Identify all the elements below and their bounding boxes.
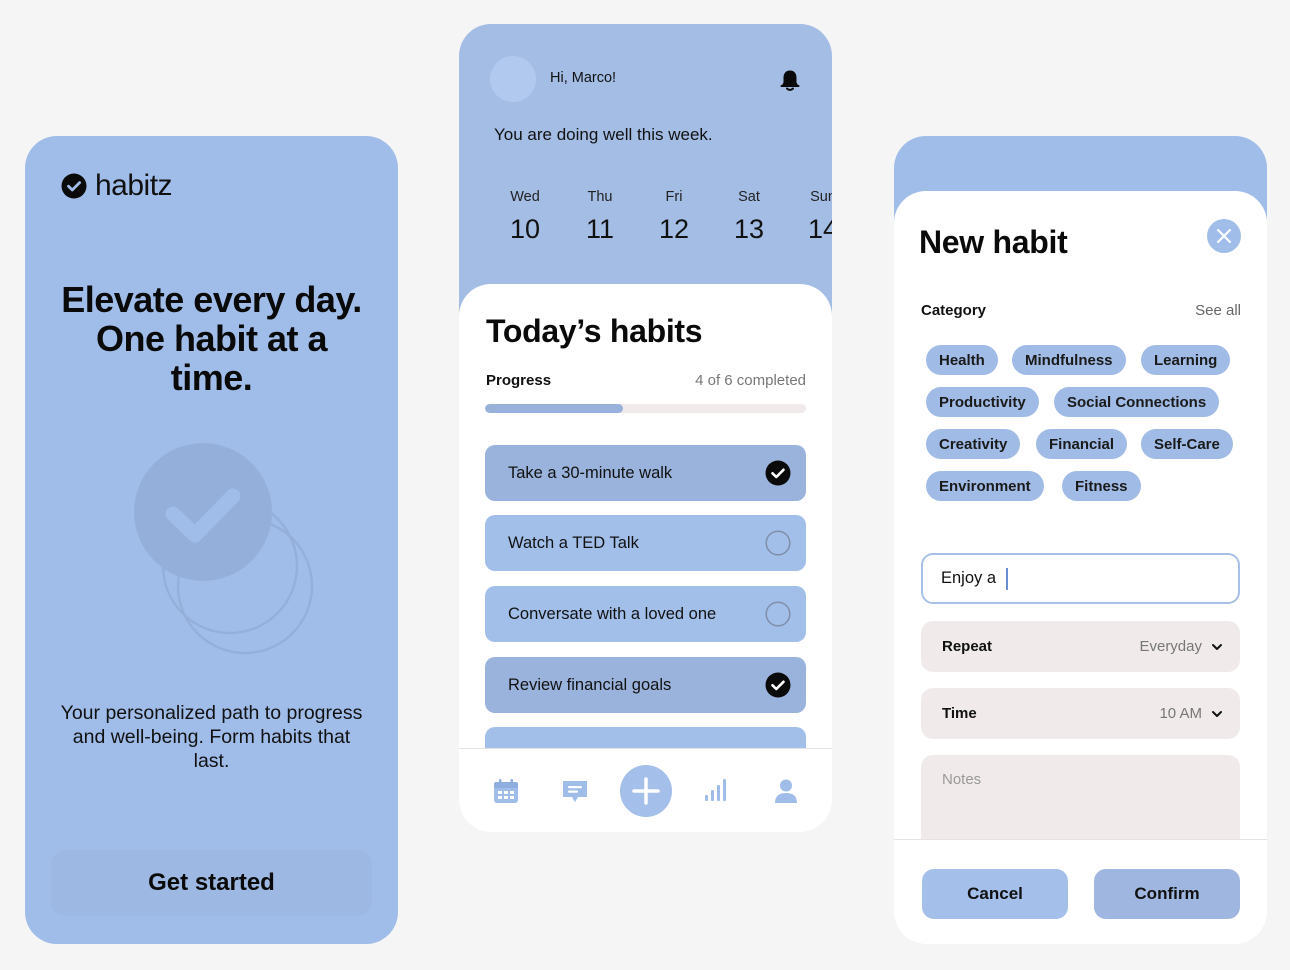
page-title: Today’s habits: [486, 313, 703, 349]
chat-icon[interactable]: [560, 777, 590, 807]
new-habit-screen: New habit Category See all Health Mindfu…: [894, 136, 1267, 944]
progress-label: Progress: [486, 372, 552, 389]
day-item[interactable]: Thu 11: [570, 189, 630, 245]
habit-name-value: Enjoy a: [941, 569, 997, 587]
day-number: 11: [585, 214, 615, 244]
category-chip[interactable]: Fitness: [1062, 471, 1141, 501]
progress-count: 4 of 6 completed: [695, 372, 806, 389]
category-chip[interactable]: Social Connections: [1054, 387, 1220, 417]
habit-item[interactable]: Conversate with a loved one: [485, 586, 806, 642]
habit-label: Take a 30-minute walk: [508, 463, 673, 482]
checked-circle-icon[interactable]: [765, 460, 791, 486]
category-chip[interactable]: Health: [926, 345, 998, 375]
action-footer: Cancel Confirm: [894, 839, 1267, 944]
text-caret: [1006, 567, 1008, 590]
day-name: Fri: [665, 189, 683, 205]
checked-circle-icon[interactable]: [765, 672, 791, 698]
avatar[interactable]: [490, 56, 536, 102]
bottom-nav: [459, 748, 832, 832]
week-strip: Wed 10 Thu 11 Fri 12 Sat 13 Sun 14: [489, 189, 832, 249]
habit-item[interactable]: Review financial goals: [485, 657, 806, 713]
repeat-value: Everyday: [1139, 638, 1202, 655]
category-chip[interactable]: Learning: [1141, 345, 1231, 375]
progress-bar: [485, 404, 806, 413]
page-title: New habit: [919, 224, 1068, 260]
category-chip[interactable]: Mindfulness: [1012, 345, 1126, 375]
time-select[interactable]: Time 10 AM: [921, 688, 1240, 739]
category-chip[interactable]: Financial: [1036, 429, 1128, 459]
confirm-button[interactable]: Confirm: [1094, 869, 1240, 919]
day-item[interactable]: Sat 13: [719, 189, 779, 245]
new-habit-sheet: New habit Category See all Health Mindfu…: [894, 191, 1267, 944]
habit-label: Review financial goals: [508, 675, 672, 694]
stats-icon[interactable]: [701, 775, 731, 805]
onboarding-screen: habitz Elevate every day. One habit at a…: [25, 136, 398, 944]
day-number: 13: [733, 214, 765, 244]
category-chip[interactable]: Environment: [926, 471, 1044, 501]
calendar-icon[interactable]: [491, 777, 521, 807]
habit-name-input[interactable]: Enjoy a: [921, 553, 1240, 604]
greeting: Hi, Marco!: [550, 70, 617, 86]
category-chip[interactable]: Self-Care: [1141, 429, 1233, 459]
logo: habitz: [61, 169, 173, 203]
category-chip[interactable]: Productivity: [926, 387, 1039, 417]
profile-icon[interactable]: [771, 776, 801, 806]
brand-name: habitz: [95, 169, 173, 202]
habit-item[interactable]: Watch a TED Talk: [485, 515, 806, 571]
onboarding-tagline: Your personalized path to progress and w…: [60, 702, 363, 772]
day-item[interactable]: Fri 12: [644, 189, 704, 245]
unchecked-circle-icon[interactable]: [765, 601, 791, 627]
cancel-button[interactable]: Cancel: [922, 869, 1068, 919]
check-circle-icon: [61, 173, 87, 199]
weekly-message: You are doing well this week.: [494, 125, 713, 144]
repeat-select[interactable]: Repeat Everyday: [921, 621, 1240, 672]
get-started-button[interactable]: Get started: [51, 850, 372, 916]
home-screen: Hi, Marco! You are doing well this week.…: [459, 24, 832, 832]
chevron-down-icon: [1212, 710, 1222, 717]
see-all-link[interactable]: See all: [1195, 302, 1241, 319]
progress-bar-fill: [485, 404, 624, 413]
day-number: 12: [658, 214, 690, 244]
day-item[interactable]: Wed 10: [495, 189, 555, 245]
day-item[interactable]: Sun 14: [793, 189, 832, 245]
overlapping-check-circles-icon: [134, 443, 314, 655]
time-label: Time: [942, 705, 977, 722]
category-chip[interactable]: Creativity: [926, 429, 1021, 459]
unchecked-circle-icon[interactable]: [765, 530, 791, 556]
onboarding-headline: Elevate every day. One habit at a time.: [61, 279, 362, 398]
chevron-down-icon: [1212, 643, 1222, 650]
day-name: Sun: [810, 189, 832, 205]
day-number: 10: [509, 214, 541, 244]
add-habit-button[interactable]: [620, 765, 672, 817]
category-label: Category: [921, 302, 987, 319]
habits-sheet: Today’s habits Progress 4 of 6 completed…: [459, 284, 832, 832]
time-value: 10 AM: [1159, 705, 1202, 722]
plus-icon: [632, 777, 660, 805]
close-button[interactable]: [1207, 219, 1241, 253]
close-icon: [1216, 228, 1232, 244]
day-number: 14: [807, 214, 832, 244]
day-name: Thu: [587, 189, 613, 205]
habit-label: Conversate with a loved one: [508, 604, 717, 623]
bell-icon[interactable]: [777, 67, 803, 93]
habit-label: Watch a TED Talk: [508, 533, 639, 552]
day-name: Sat: [738, 189, 760, 205]
repeat-label: Repeat: [942, 638, 993, 655]
habit-item[interactable]: Take a 30-minute walk: [485, 445, 806, 501]
day-name: Wed: [510, 189, 540, 205]
